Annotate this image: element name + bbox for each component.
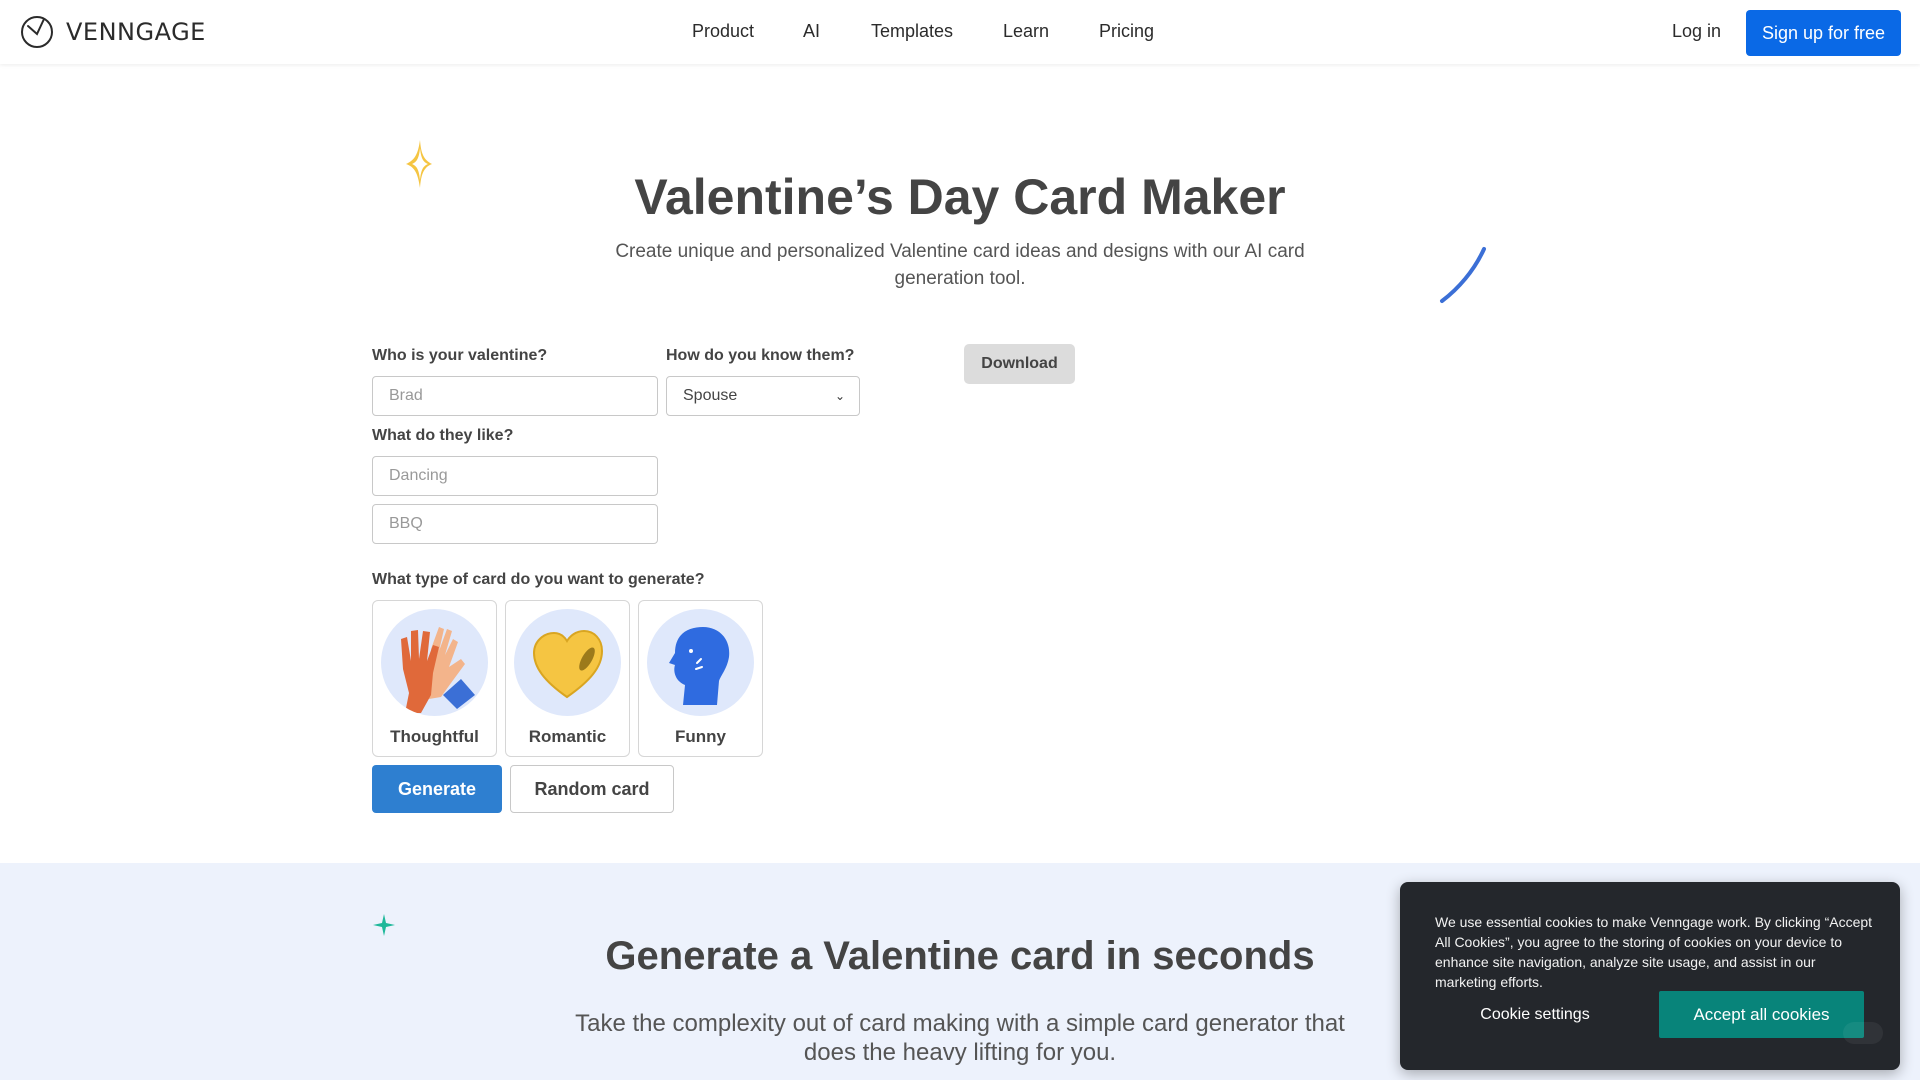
cookie-text: We use essential cookies to make Venngag… (1435, 914, 1873, 990)
card-type-romantic-bg (514, 609, 621, 716)
section-subtitle: Take the complexity out of card making w… (575, 1010, 1345, 1066)
logo-text: VENNGAGE (66, 18, 206, 46)
cookie-settings-button[interactable]: Cookie settings (1435, 991, 1635, 1038)
high-five-icon (401, 627, 475, 713)
nav-ai[interactable]: AI (803, 21, 820, 42)
brush-stroke-decoration-icon (1440, 247, 1486, 303)
card-type-funny-bg (647, 609, 754, 716)
login-link[interactable]: Log in (1672, 21, 1721, 42)
valentine-name-input[interactable]: Brad (372, 376, 658, 416)
download-button[interactable]: Download (964, 344, 1075, 384)
venngage-logo[interactable]: VENNGAGE (20, 15, 206, 49)
relationship-select[interactable]: Spouse ⌄ (666, 376, 860, 416)
card-type-thoughtful-bg (381, 609, 488, 716)
page-subtitle: Create unique and personalized Valentine… (615, 241, 1305, 289)
card-type-romantic-label: Romantic (528, 727, 607, 746)
page-title: Valentine’s Day Card Maker (634, 169, 1286, 225)
signup-button[interactable]: Sign up for free (1746, 10, 1901, 56)
accept-all-cookies-button[interactable]: Accept all cookies (1659, 991, 1864, 1038)
like-input-1[interactable]: Dancing (372, 456, 658, 496)
relationship-value: Spouse (683, 387, 738, 404)
know-label: How do you know them? (666, 347, 855, 364)
like-placeholder-1: Dancing (389, 467, 448, 484)
card-type-label: What type of card do you want to generat… (372, 571, 705, 588)
cookie-banner: We use essential cookies to make Venngag… (1400, 882, 1900, 1070)
top-navigation-bar: VENNGAGE Product AI Templates Learn Pric… (0, 0, 1920, 64)
nav-templates[interactable]: Templates (871, 21, 953, 42)
who-label: Who is your valentine? (372, 347, 548, 364)
nav-learn[interactable]: Learn (1003, 21, 1049, 42)
card-type-romantic[interactable]: Romantic (505, 600, 630, 757)
chat-widget-icon[interactable] (1843, 1022, 1883, 1044)
generate-button[interactable]: Generate (372, 765, 502, 813)
card-type-thoughtful-label: Thoughtful (390, 727, 479, 746)
valentine-name-placeholder: Brad (389, 387, 423, 404)
card-type-thoughtful[interactable]: Thoughtful (372, 600, 497, 757)
heart-icon (532, 629, 604, 699)
like-placeholder-2: BBQ (389, 515, 423, 532)
card-type-funny[interactable]: Funny (638, 600, 763, 757)
random-card-button[interactable]: Random card (510, 765, 674, 813)
likes-label: What do they like? (372, 427, 514, 444)
chevron-down-icon: ⌄ (834, 389, 845, 403)
nav-pricing[interactable]: Pricing (1099, 21, 1154, 42)
nav-product[interactable]: Product (692, 21, 754, 42)
card-type-funny-label: Funny (675, 727, 726, 746)
logo-icon (21, 16, 53, 48)
head-icon (669, 627, 730, 705)
like-input-2[interactable]: BBQ (372, 504, 658, 544)
